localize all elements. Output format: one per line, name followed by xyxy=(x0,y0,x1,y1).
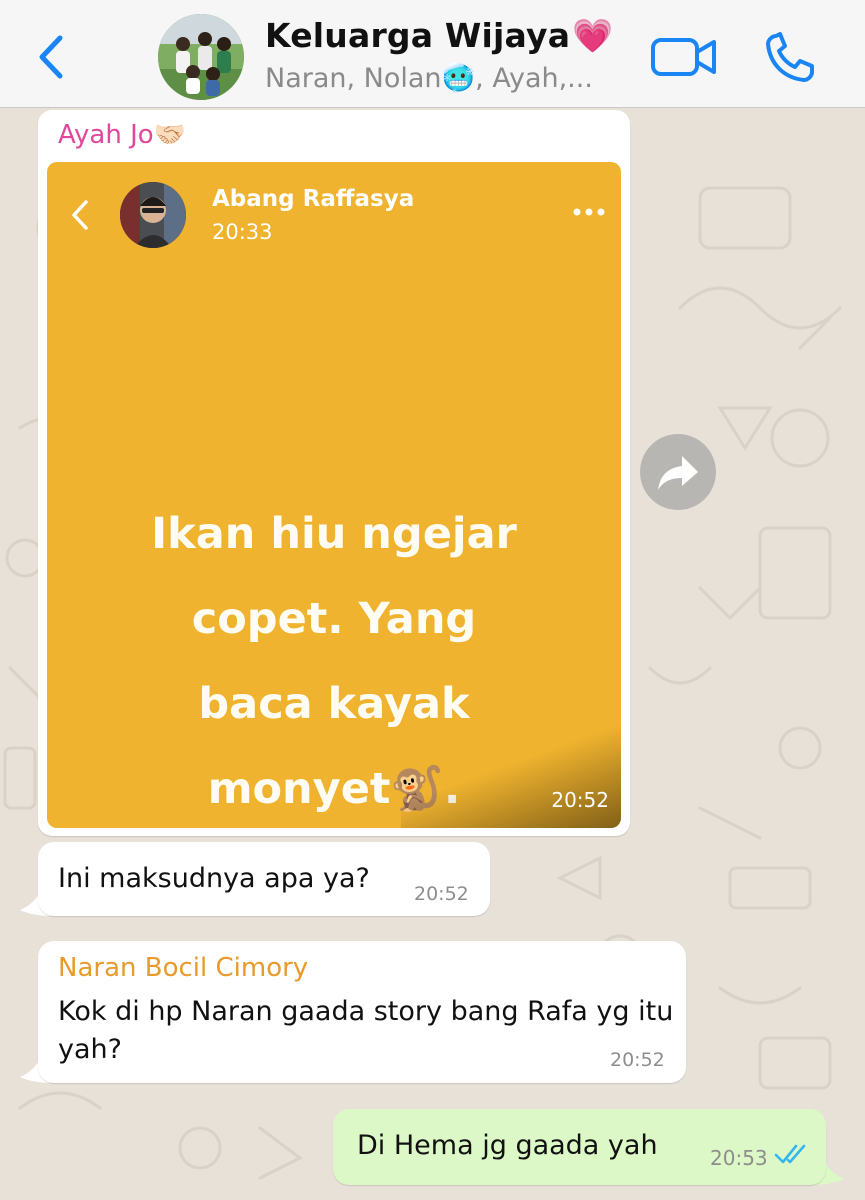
status-text-line: copet. Yang xyxy=(191,594,477,644)
forward-arrow-icon xyxy=(658,456,698,490)
double-check-read-icon xyxy=(774,1144,806,1164)
group-members[interactable]: Naran, Nolan🥶, Ayah,... xyxy=(265,62,615,94)
chevron-left-icon[interactable] xyxy=(30,30,74,84)
video-camera-icon[interactable] xyxy=(650,32,718,82)
message-time: 20:53 xyxy=(710,1146,768,1170)
message-bubble-incoming[interactable]: Naran Bocil Cimory Kok di hp Naran gaada… xyxy=(38,941,686,1083)
message-time: 20:52 xyxy=(551,788,609,812)
status-poster-name: Abang Raffasya xyxy=(212,186,415,212)
group-name: Keluarga Wijaya xyxy=(265,16,571,55)
message-bubble-outgoing[interactable]: Di Hema jg gaada yah 20:53 xyxy=(333,1109,826,1185)
group-title[interactable]: Keluarga Wijaya💗 xyxy=(265,16,613,56)
heart-emoji: 💗 xyxy=(572,16,614,55)
forward-button[interactable] xyxy=(640,434,716,510)
group-photo xyxy=(158,14,244,100)
more-dots-icon[interactable] xyxy=(569,202,609,222)
message-bubble-status-reply[interactable]: Ayah Jo🤝🏻 Abang Raffasya 20:33 Ikan hiu … xyxy=(38,110,630,836)
sender-name[interactable]: Naran Bocil Cimory xyxy=(58,953,308,983)
message-text: Di Hema jg gaada yah xyxy=(357,1130,658,1161)
avatar-photo xyxy=(120,182,186,248)
message-text: Ini maksudnya apa ya? xyxy=(58,863,370,894)
status-poster-avatar xyxy=(120,182,186,248)
message-bubble-incoming[interactable]: Ini maksudnya apa ya? 20:52 xyxy=(38,842,490,916)
message-time: 20:52 xyxy=(610,1049,665,1071)
group-avatar[interactable] xyxy=(158,14,244,100)
message-text: Kok di hp Naran gaada story bang Rafa yg… xyxy=(58,996,674,1065)
message-time: 20:52 xyxy=(414,883,469,905)
status-posted-time: 20:33 xyxy=(212,220,273,244)
sender-name[interactable]: Ayah Jo🤝🏻 xyxy=(58,120,186,150)
phone-icon[interactable] xyxy=(762,30,820,84)
chevron-left-icon[interactable] xyxy=(69,198,91,232)
chat-header: Keluarga Wijaya💗 Naran, Nolan🥶, Ayah,... xyxy=(0,0,865,108)
status-text-line: Ikan hiu ngejar xyxy=(151,509,517,559)
status-card[interactable]: Abang Raffasya 20:33 Ikan hiu ngejar cop… xyxy=(47,162,621,828)
